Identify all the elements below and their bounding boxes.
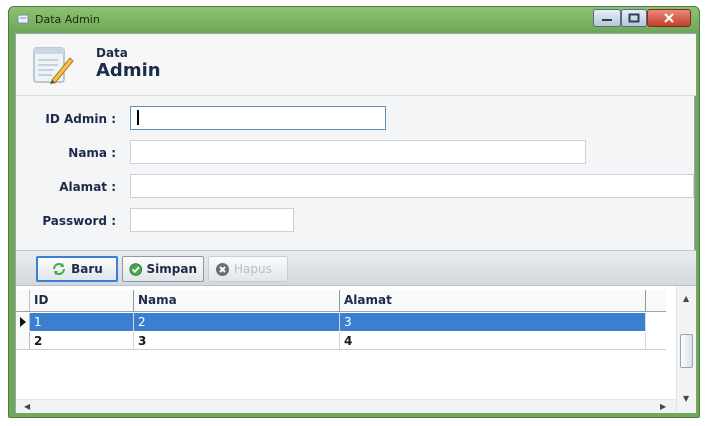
cell-alamat[interactable]: 4 bbox=[340, 332, 646, 349]
simpan-button[interactable]: Simpan bbox=[122, 256, 204, 282]
cell-id[interactable]: 1 bbox=[30, 313, 134, 331]
app-icon bbox=[17, 14, 29, 24]
client-area: Data Admin ID Admin : Nama : Alamat : Pa… bbox=[15, 33, 696, 413]
password-field[interactable] bbox=[130, 208, 294, 232]
maximize-icon bbox=[628, 13, 640, 23]
column-header-nama[interactable]: Nama bbox=[134, 290, 340, 311]
toolbar: Baru Simpan Hapus bbox=[16, 250, 696, 286]
cell-nama[interactable]: 2 bbox=[134, 313, 340, 331]
nama-label: Nama : bbox=[68, 146, 116, 160]
text-caret bbox=[137, 110, 139, 125]
alamat-label: Alamat : bbox=[59, 180, 116, 194]
new-icon bbox=[53, 263, 66, 275]
id-admin-label: ID Admin : bbox=[45, 112, 116, 126]
hapus-label: Hapus bbox=[234, 262, 272, 276]
save-icon bbox=[129, 262, 143, 276]
hapus-button[interactable]: Hapus bbox=[208, 256, 288, 282]
alamat-field[interactable] bbox=[130, 174, 694, 198]
grid-corner bbox=[16, 290, 30, 311]
cell-nama[interactable]: 3 bbox=[134, 332, 340, 349]
id-admin-field[interactable] bbox=[130, 106, 386, 130]
baru-label: Baru bbox=[71, 262, 103, 276]
baru-button[interactable]: Baru bbox=[36, 256, 118, 282]
column-header-alamat[interactable]: Alamat bbox=[340, 290, 646, 311]
minimize-button[interactable] bbox=[593, 9, 621, 27]
window-title: Data Admin bbox=[35, 13, 100, 26]
cell-alamat[interactable]: 3 bbox=[340, 313, 646, 331]
horizontal-scrollbar[interactable]: ◀ ▶ bbox=[16, 399, 676, 413]
title-bar[interactable]: Data Admin bbox=[9, 7, 699, 33]
grid-header: ID Nama Alamat bbox=[16, 290, 666, 312]
delete-icon bbox=[216, 262, 229, 276]
scroll-right-icon[interactable]: ▶ bbox=[660, 402, 666, 411]
vertical-scrollbar[interactable]: ▲ ▼ bbox=[676, 286, 696, 413]
header-title-line1: Data bbox=[96, 46, 128, 60]
minimize-icon bbox=[602, 19, 612, 21]
table-row[interactable]: 2 3 4 bbox=[16, 332, 666, 350]
header-title-line2: Admin bbox=[96, 60, 161, 81]
scroll-left-icon[interactable]: ◀ bbox=[24, 402, 30, 411]
window: Data Admin Data Admin ID Admin: Nama: … bbox=[8, 6, 700, 418]
scroll-up-icon[interactable]: ▲ bbox=[683, 294, 689, 303]
row-header[interactable] bbox=[16, 313, 30, 331]
close-button[interactable] bbox=[647, 9, 691, 27]
row-indicator-icon bbox=[20, 317, 26, 327]
page-header: Data Admin bbox=[16, 34, 696, 96]
document-icon bbox=[33, 47, 74, 84]
row-header[interactable] bbox=[16, 332, 30, 349]
table-row[interactable]: 1 2 3 bbox=[16, 313, 666, 331]
data-grid[interactable]: ID Nama Alamat 1 2 3 2 3 4 ▲ ▼ ◀ ▶ bbox=[16, 286, 696, 413]
scroll-down-icon[interactable]: ▼ bbox=[683, 394, 689, 403]
close-icon bbox=[664, 13, 674, 23]
maximize-button[interactable] bbox=[621, 9, 647, 27]
scroll-thumb[interactable] bbox=[680, 334, 693, 368]
password-label: Password : bbox=[42, 214, 116, 228]
nama-field[interactable] bbox=[130, 140, 586, 164]
cell-id[interactable]: 2 bbox=[30, 332, 134, 349]
simpan-label: Simpan bbox=[146, 262, 198, 276]
column-header-id[interactable]: ID bbox=[30, 290, 134, 311]
